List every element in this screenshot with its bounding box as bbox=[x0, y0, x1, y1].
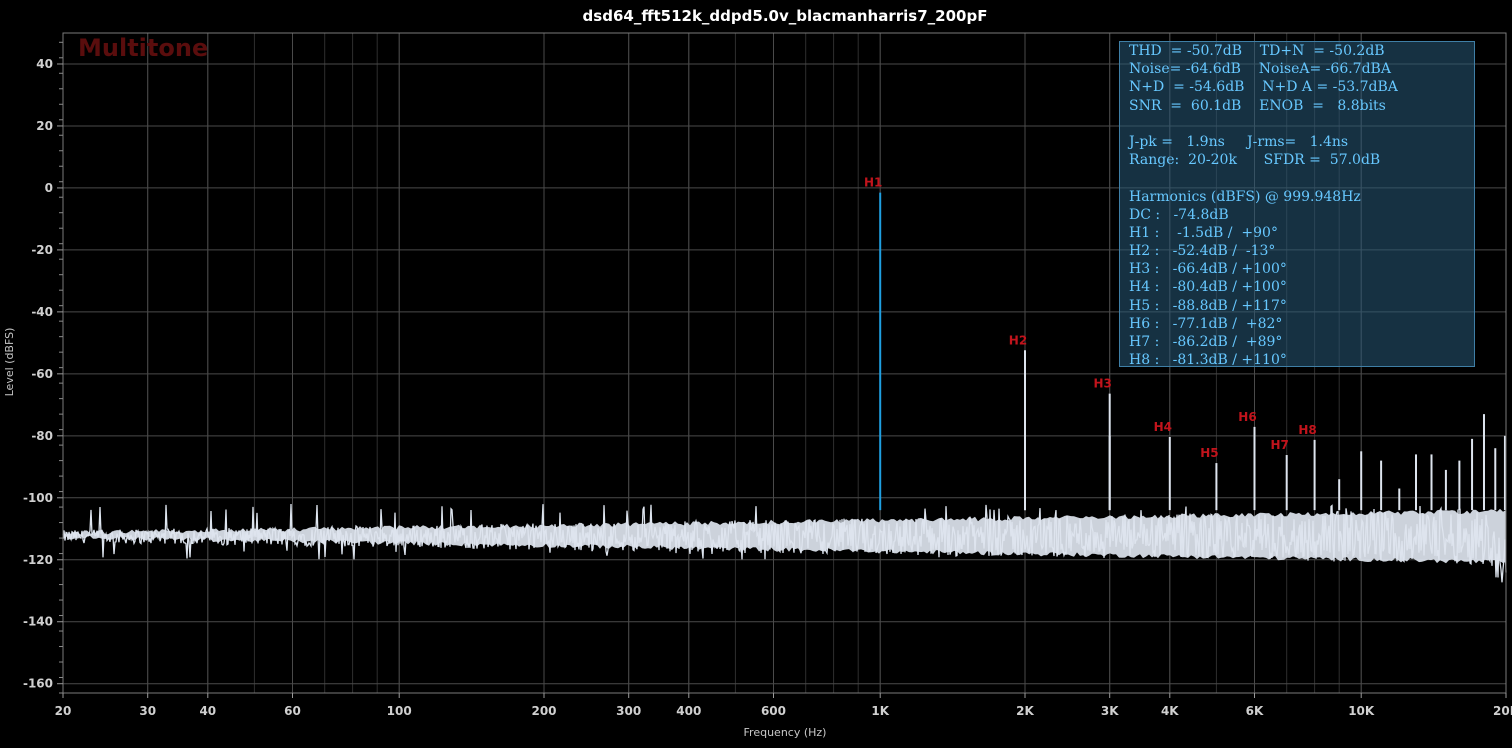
x-tick-label: 20K bbox=[1493, 704, 1512, 718]
y-tick-label: 40 bbox=[36, 57, 53, 71]
x-tick-label: 300 bbox=[616, 704, 641, 718]
stats-line: N+D = -54.6dB N+D A = -53.7dBA bbox=[1129, 79, 1398, 96]
stats-line: H1 : -1.5dB / +90° bbox=[1129, 224, 1278, 241]
y-tick-label: -60 bbox=[31, 367, 53, 381]
harmonic-label-h8: H8 bbox=[1298, 423, 1316, 437]
stats-line: H3 : -66.4dB / +100° bbox=[1129, 261, 1287, 278]
harmonic-label-h4: H4 bbox=[1154, 420, 1172, 434]
y-tick-label: -140 bbox=[23, 615, 53, 629]
x-tick-label: 200 bbox=[531, 704, 556, 718]
stats-line: H5 : -88.8dB / +117° bbox=[1129, 297, 1287, 314]
harmonic-label-h3: H3 bbox=[1093, 377, 1111, 391]
stats-line: Range: 20-20k SFDR = 57.0dB bbox=[1129, 152, 1381, 169]
stats-line: Harmonics (dBFS) @ 999.948Hz bbox=[1129, 188, 1361, 205]
y-axis-label: Level (dBFS) bbox=[3, 328, 16, 397]
x-tick-label: 6K bbox=[1246, 704, 1264, 718]
y-tick-label: 0 bbox=[45, 181, 53, 195]
stats-line: SNR = 60.1dB ENOB = 8.8bits bbox=[1129, 97, 1386, 114]
y-tick-label: -100 bbox=[23, 491, 53, 505]
y-tick-label: 20 bbox=[36, 119, 53, 133]
x-tick-label: 2K bbox=[1016, 704, 1034, 718]
x-tick-label: 3K bbox=[1101, 704, 1119, 718]
x-axis-label: Frequency (Hz) bbox=[744, 726, 827, 739]
stats-line: H8 : -81.3dB / +110° bbox=[1129, 352, 1287, 369]
harmonic-label-h6: H6 bbox=[1238, 410, 1256, 424]
y-tick-label: -40 bbox=[31, 305, 53, 319]
stats-line: J-pk = 1.9ns J-rms= 1.4ns bbox=[1129, 133, 1349, 150]
chart-title: dsd64_fft512k_ddpd5.0v_blacmanharris7_20… bbox=[583, 7, 988, 25]
y-tick-label: -120 bbox=[23, 553, 53, 567]
stats-line: H6 : -77.1dB / +82° bbox=[1129, 315, 1283, 332]
stats-panel: THD = -50.7dB TD+N = -50.2dB Noise= -64.6… bbox=[1119, 41, 1475, 369]
harmonic-label-h5: H5 bbox=[1200, 446, 1218, 460]
x-tick-label: 40 bbox=[199, 704, 216, 718]
watermark-text: Multitone bbox=[78, 34, 208, 62]
x-tick-label: 60 bbox=[284, 704, 301, 718]
x-tick-label: 10K bbox=[1348, 704, 1375, 718]
y-tick-label: -20 bbox=[31, 243, 53, 257]
stats-line: Noise= -64.6dB NoiseA= -66.7dBA bbox=[1129, 61, 1391, 78]
x-tick-label: 20 bbox=[55, 704, 72, 718]
x-tick-label: 30 bbox=[139, 704, 156, 718]
stats-spacer bbox=[1129, 115, 1474, 133]
x-tick-label: 4K bbox=[1161, 704, 1179, 718]
y-tick-label: -160 bbox=[23, 677, 53, 691]
x-tick-label: 100 bbox=[387, 704, 412, 718]
harmonic-label-h1: H1 bbox=[864, 176, 882, 190]
stats-line: H7 : -86.2dB / +89° bbox=[1129, 334, 1283, 350]
stats-line: THD = -50.7dB TD+N = -50.2dB bbox=[1129, 43, 1385, 59]
x-tick-label: 1K bbox=[871, 704, 889, 718]
y-tick-label: -80 bbox=[31, 429, 53, 443]
harmonic-label-h2: H2 bbox=[1009, 333, 1027, 347]
stats-line: H4 : -80.4dB / +100° bbox=[1129, 279, 1287, 296]
stats-spacer bbox=[1129, 169, 1474, 187]
x-tick-label: 600 bbox=[761, 704, 786, 718]
stats-line: DC : -74.8dB bbox=[1129, 206, 1229, 223]
stats-line: H2 : -52.4dB / -13° bbox=[1129, 243, 1276, 260]
x-tick-label: 400 bbox=[676, 704, 701, 718]
harmonic-label-h7: H7 bbox=[1270, 438, 1288, 452]
